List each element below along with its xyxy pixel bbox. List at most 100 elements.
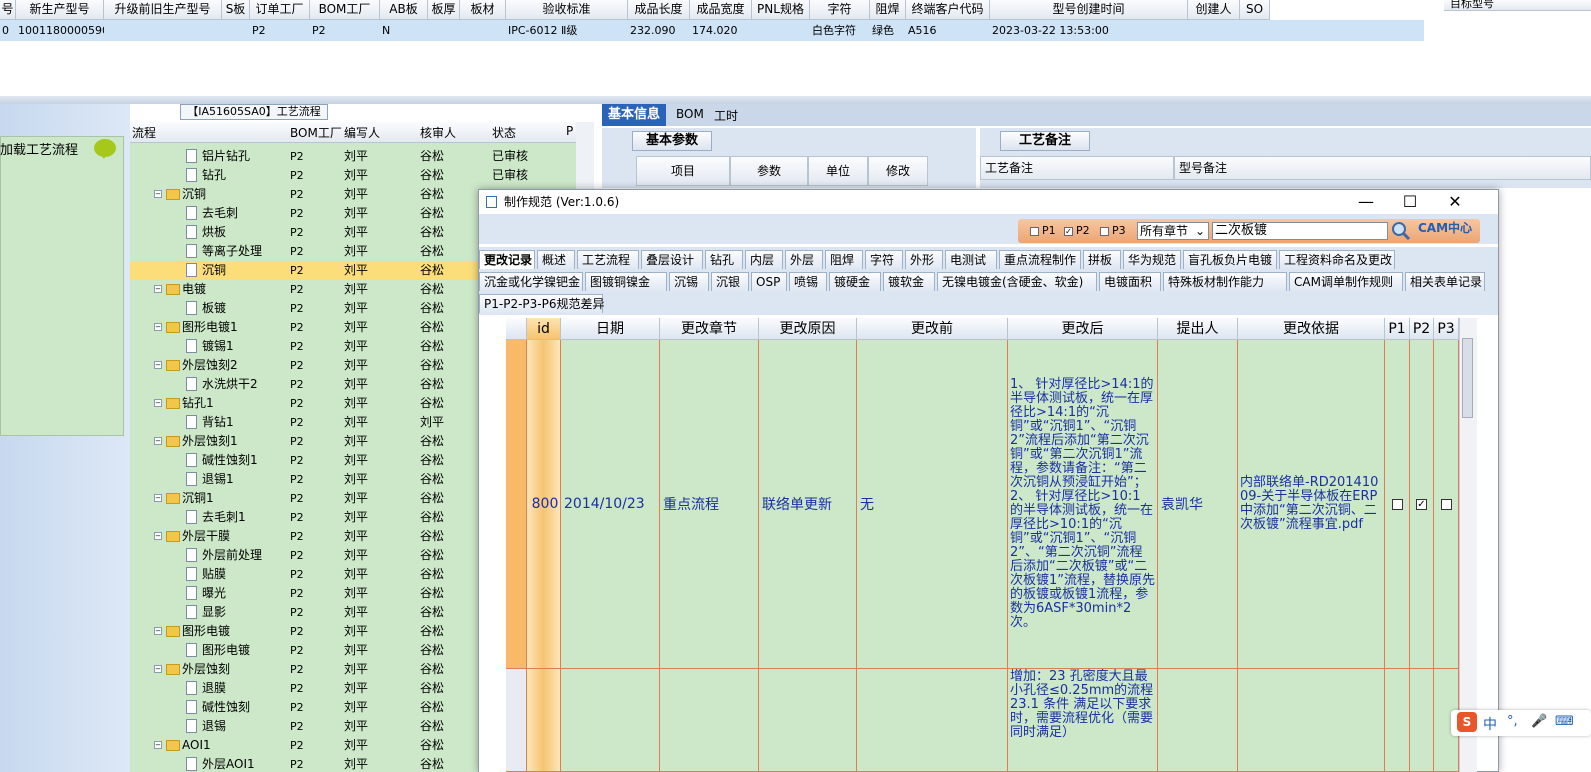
grid-cell-proposer[interactable]: 袁凯华 (1158, 340, 1238, 669)
tab-basic-info[interactable]: 基本信息 (602, 104, 666, 126)
spec-tab[interactable]: 工艺流程 (577, 250, 639, 269)
tab-process-remark[interactable]: 工艺备注 (1000, 131, 1090, 151)
grid-cell-date[interactable] (561, 669, 660, 772)
grid-cell-p1[interactable] (1385, 340, 1410, 669)
spec-tab[interactable]: 盲孔板负片电镀 (1183, 250, 1277, 269)
ime-toolbar[interactable]: S 中 °, 🎤 ⌨ (1451, 710, 1591, 736)
grid-cell[interactable]: 白色字符 (810, 20, 870, 41)
grid-cell-chapter[interactable]: 重点流程 (660, 340, 759, 669)
spec-tab[interactable]: 电测试 (945, 250, 997, 269)
col-header[interactable]: 成品长度 (628, 0, 690, 20)
col-header[interactable]: 验收标准 (506, 0, 628, 20)
spec-tab[interactable]: OSP (751, 272, 787, 291)
col-header[interactable]: S板 (222, 0, 250, 20)
tab-hours[interactable]: 工时 (714, 107, 738, 124)
grid-cell[interactable] (752, 20, 810, 41)
tab-bom[interactable]: BOM (676, 107, 704, 121)
collapse-toggle-icon[interactable]: − (154, 361, 162, 369)
grid-cell-before[interactable]: 无 (857, 340, 1008, 669)
grid-cell[interactable] (1188, 20, 1240, 41)
spec-tab[interactable]: 钻孔 (705, 250, 743, 269)
grid-cell-proposer[interactable] (1158, 669, 1238, 772)
tree-col-header[interactable]: P (566, 124, 573, 138)
spec-tab[interactable]: 特殊板材制作能力 (1163, 272, 1287, 291)
collapse-toggle-icon[interactable]: − (154, 323, 162, 331)
grid-cell-chapter[interactable] (660, 669, 759, 772)
spec-tab[interactable]: 内层 (745, 250, 783, 269)
microphone-icon[interactable]: 🎤 (1531, 714, 1547, 729)
grid-col-header[interactable]: 更改依据 (1238, 318, 1385, 340)
tree-col-header[interactable]: 核审人 (420, 124, 456, 141)
search-input[interactable]: 二次板镀 (1212, 222, 1388, 240)
load-process-button[interactable] (0, 136, 124, 436)
grid-cell-p1[interactable] (1385, 669, 1410, 772)
collapse-toggle-icon[interactable]: − (154, 285, 162, 293)
col-header[interactable]: 阻焊 (870, 0, 906, 20)
punctuation-icon[interactable]: °, (1507, 714, 1518, 729)
col-header[interactable]: 新生产型号 (16, 0, 104, 20)
basic-col-modify[interactable]: 修改 (868, 156, 928, 186)
basic-col-param[interactable]: 参数 (730, 156, 808, 186)
spec-tab[interactable]: 叠层设计 (641, 250, 703, 269)
spec-tab[interactable]: 外层 (785, 250, 823, 269)
grid-cell[interactable]: 2023-03-22 13:53:00 (990, 20, 1188, 41)
spec-tab[interactable]: 华为规范 (1123, 250, 1181, 269)
grid-cell-basis[interactable] (1238, 669, 1385, 772)
grid-cell-id[interactable]: 800 (527, 340, 561, 669)
spec-tab[interactable]: 图镀铜镍金 (585, 272, 667, 291)
maximize-icon[interactable]: ☐ (1390, 191, 1430, 213)
grid-cell-after[interactable]: 增加：23 孔密度大且最小孔径≤0.25mm的流程 23.1 条件 满足以下要求… (1008, 669, 1158, 772)
tree-col-header[interactable]: BOM工厂 (290, 124, 342, 141)
grid-col-header[interactable]: id (527, 318, 561, 340)
spec-tab[interactable]: 电镀面积 (1099, 272, 1161, 291)
col-header[interactable]: 号 (0, 0, 16, 20)
tree-row[interactable]: 钻孔 P2 刘平 谷松 已审核 (130, 166, 594, 185)
grid-cell[interactable] (222, 20, 250, 41)
spec-tab[interactable]: CAM调单制作规则 (1289, 272, 1403, 291)
select-all-corner[interactable] (506, 318, 527, 340)
horizontal-splitter[interactable] (0, 96, 1591, 104)
grid-cell[interactable]: 232.090 (628, 20, 690, 41)
chapter-select[interactable]: 所有章节 ⌄ (1137, 222, 1209, 240)
spec-tab[interactable]: 字符 (865, 250, 903, 269)
grid-cell[interactable]: 174.020 (690, 20, 752, 41)
spec-tab[interactable]: 概述 (537, 250, 575, 269)
col-header[interactable]: 创建人 (1188, 0, 1240, 20)
grid-col-header[interactable]: 更改章节 (660, 318, 759, 340)
grid-col-header[interactable]: 更改后 (1008, 318, 1158, 340)
grid-col-header[interactable]: 更改原因 (759, 318, 857, 340)
grid-cell[interactable]: IPC-6012 Ⅱ级 (506, 20, 628, 41)
grid-cell-reason[interactable]: 联络单更新 (759, 340, 857, 669)
row-header-cell[interactable] (506, 669, 527, 772)
basic-col-unit[interactable]: 单位 (808, 156, 868, 186)
grid-cell-p2[interactable] (1410, 669, 1434, 772)
grid-cell[interactable] (428, 20, 460, 41)
row-header-cell[interactable] (506, 340, 527, 669)
spec-tab[interactable]: 沉银 (711, 272, 749, 291)
p3-checkbox[interactable] (1100, 227, 1109, 236)
grid-cell-before[interactable] (857, 669, 1008, 772)
grid-col-header[interactable]: P3 (1434, 318, 1459, 340)
spec-tab[interactable]: 阻焊 (825, 250, 863, 269)
col-header[interactable]: 成品宽度 (690, 0, 752, 20)
grid-cell[interactable] (1240, 20, 1270, 41)
p3-checkbox[interactable] (1440, 498, 1452, 510)
grid-cell-id[interactable] (527, 669, 561, 772)
col-header[interactable]: SO (1240, 0, 1270, 20)
grid-cell-basis[interactable]: 内部联络单-RD20141009-关于半导体板在ERP中添加“第二次沉铜、二次板… (1238, 340, 1385, 669)
grid-col-header[interactable]: P1 (1385, 318, 1410, 340)
collapse-toggle-icon[interactable]: − (154, 494, 162, 502)
col-header[interactable]: 板厚 (428, 0, 460, 20)
spec-tab[interactable]: 更改记录 (479, 250, 535, 269)
p2-checkbox[interactable]: ✓ (1416, 498, 1427, 510)
p1-checkbox[interactable] (1030, 227, 1039, 236)
grid-cell-date[interactable]: 2014/10/23 (561, 340, 660, 669)
sogou-ime-icon[interactable]: S (1457, 712, 1477, 732)
grid-cell-after[interactable]: 1、 针对厚径比>14:1的半导体测试板，统一在厚径比>14:1的“沉铜”或“沉… (1008, 340, 1158, 669)
spec-tab[interactable]: 无镍电镀金(含硬金、软金) (937, 272, 1097, 291)
spec-tab[interactable]: 拼板 (1083, 250, 1121, 269)
remark-col-model[interactable]: 型号备注 (1174, 156, 1591, 180)
grid-cell-p2[interactable]: ✓ (1410, 340, 1434, 669)
col-header[interactable]: 订单工厂 (250, 0, 310, 20)
spec-tab[interactable]: 镀软金 (883, 272, 935, 291)
